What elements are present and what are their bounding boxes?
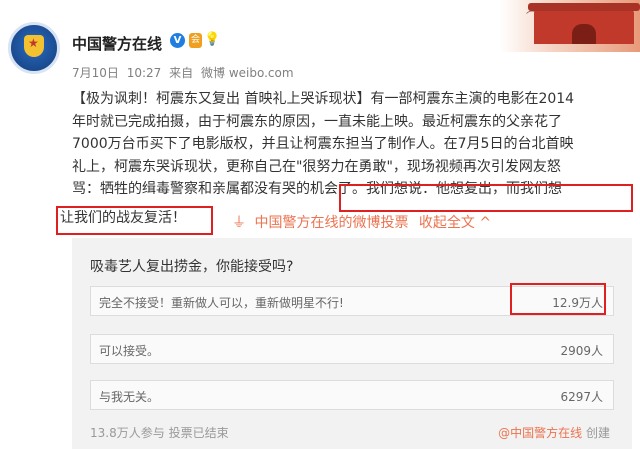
tiananmen-gate-illustration	[528, 3, 640, 44]
from-label: 来自	[169, 66, 194, 80]
poll-option-text: 与我无关。	[99, 390, 160, 404]
poll-option-text: 完全不接受！重新做人可以，重新做明星不行!	[99, 296, 344, 310]
post-time[interactable]: 10:27	[127, 66, 162, 80]
avatar[interactable]	[8, 22, 60, 74]
post-meta: 7月10日 10:27 来自 微博 weibo.com	[72, 64, 298, 81]
poll-ended: 投票已结束	[168, 426, 229, 440]
poll-card: 吸毒艺人复出捞金，你能接受吗? 完全不接受！重新做人可以，重新做明星不行! 12…	[72, 238, 632, 449]
poll-status: 13.8万人参与 投票已结束	[90, 424, 229, 441]
police-emblem-icon	[24, 35, 44, 57]
poll-option-count: 6297人	[560, 390, 603, 404]
post-source[interactable]: 微博 weibo.com	[201, 66, 294, 80]
poll-participants: 13.8万人参与	[90, 426, 165, 440]
highlight-box-quote-2	[56, 206, 213, 235]
vote-link-row: ⏚ 中国警方在线的微博投票 收起全文 ^	[232, 212, 491, 232]
verified-badge-icon: V	[170, 33, 185, 48]
highlight-box-count	[510, 283, 606, 315]
header-banner-decoration: ⌒	[500, 0, 640, 52]
poll-option-text: 可以接受。	[99, 344, 160, 358]
poll-option[interactable]: 与我无关。 6297人	[90, 380, 614, 410]
poll-question: 吸毒艺人复出捞金，你能接受吗?	[90, 259, 294, 275]
poll-option-count: 2909人	[560, 344, 603, 358]
post-line: 年时就已完成拍摄，由于柯震东的原因，一直未能上映。最近柯震东的父亲花了	[72, 113, 562, 130]
post-line: 7000万台币买下了电影版权，并且让柯震东担当了制作人。在7月5日的台北首映	[72, 136, 574, 152]
collapse-button[interactable]: 收起全文 ^	[419, 215, 491, 231]
lightbulb-badge-icon[interactable]: 💡	[204, 31, 220, 48]
post-line: 礼上，柯震东哭诉现状，更称自己在"很努力在勇敢"，现场视频再次引发网友怒	[72, 158, 561, 175]
poll-icon: ⏚	[232, 215, 246, 231]
poll-created-label: 创建	[585, 426, 610, 440]
poll-creator: @中国警方在线 创建	[498, 424, 610, 441]
vote-link[interactable]: 中国警方在线的微博投票	[254, 215, 408, 231]
account-name[interactable]: 中国警方在线	[72, 33, 162, 54]
post-date[interactable]: 7月10日	[72, 66, 119, 80]
poll-creator-link[interactable]: @中国警方在线	[498, 426, 582, 440]
poll-option[interactable]: 可以接受。 2909人	[90, 334, 614, 364]
member-badge-icon[interactable]: 会	[189, 33, 202, 48]
highlight-box-quote-1	[339, 184, 633, 212]
post-line: 【极为讽刺！柯震东又复出 首映礼上哭诉现状】有一部柯震东主演的电影在2014	[72, 91, 575, 107]
